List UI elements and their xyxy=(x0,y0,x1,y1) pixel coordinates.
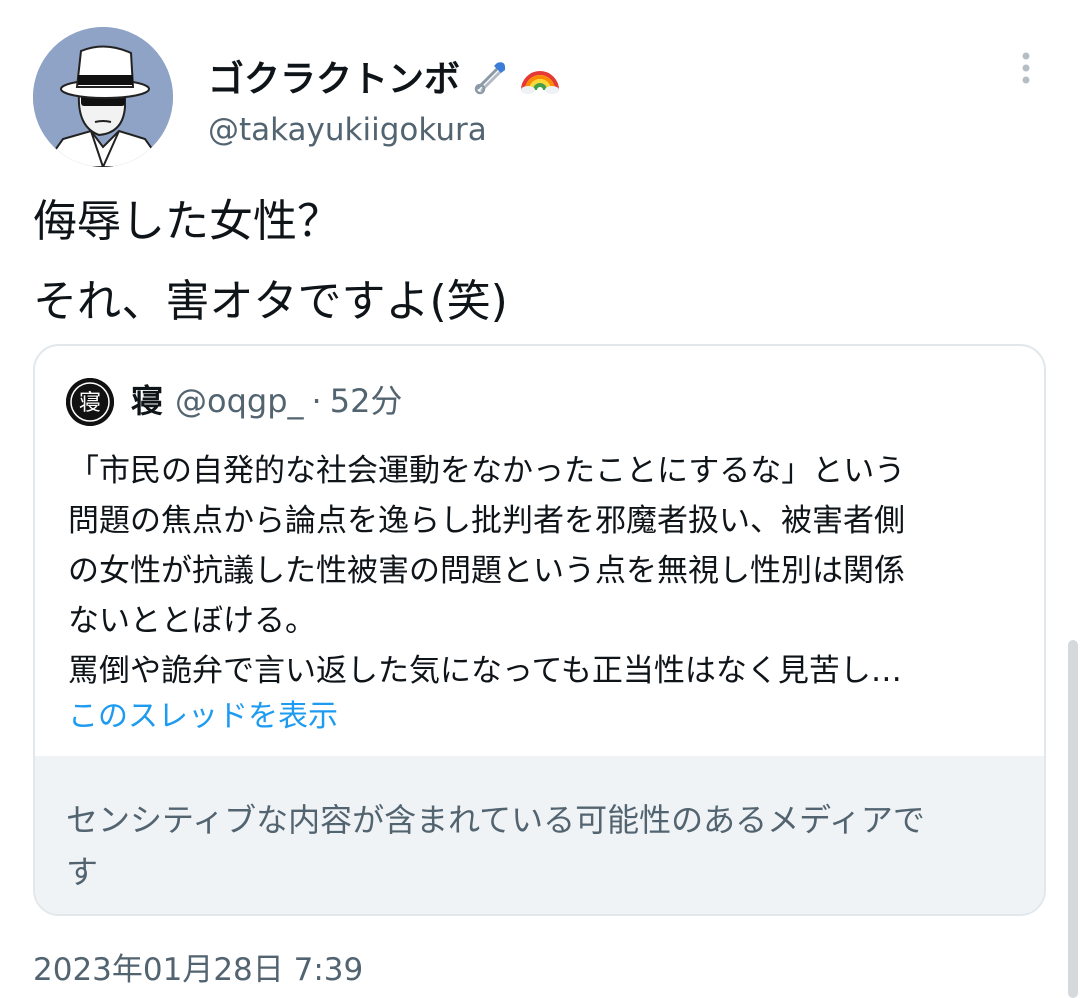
quoted-body-line: 「市民の自発的な社会運動をなかったことにするな」という xyxy=(68,453,906,489)
quoted-body-line: ないととぼける。 xyxy=(68,603,316,639)
rainbow-icon xyxy=(520,56,560,96)
sensitive-warning-line: す xyxy=(66,853,99,891)
tweet-text-line: それ、害オタですよ(笑) xyxy=(33,276,508,327)
show-thread-link[interactable]: このスレッドを表示 xyxy=(68,691,338,735)
quoted-avatar-glyph: 寝 xyxy=(79,391,101,416)
more-options-icon[interactable] xyxy=(1011,48,1041,88)
header-separator: · xyxy=(311,382,322,420)
safety-pin-icon xyxy=(470,56,510,96)
tweet-timestamp[interactable]: 2023年01月28日 7:39 xyxy=(33,944,363,989)
author-name-text: ゴクラクトンボ xyxy=(208,59,461,100)
quoted-tweet-card[interactable]: 寝 寝 @oqgp_ · 52分 「市民の自発的な社会運動をなかったことにするな」とい… xyxy=(33,344,1046,916)
quoted-author-name[interactable]: 寝 xyxy=(131,382,163,420)
tweet-detail-page: ゴクラクトンボ @takayukiigokura 侮辱した女性？ それ、害オタで… xyxy=(0,0,1080,998)
tweet-text-line: 侮辱した女性？ xyxy=(33,196,341,247)
author-handle[interactable]: @takayukiigokura xyxy=(208,112,487,148)
sensitive-warning-text: センシティブな内容が含まれている可能性のあるメディアで す xyxy=(66,794,925,898)
author-avatar[interactable] xyxy=(33,27,173,167)
quoted-body-line: 問題の焦点から論点を逸らし批判者を邪魔者扱い、被害者側 xyxy=(68,503,905,539)
quoted-body-line: 罵倒や詭弁で言い返した気になっても正当性はなく見苦し… xyxy=(68,653,902,689)
quoted-author-avatar[interactable]: 寝 xyxy=(66,378,114,426)
avatar-illustration xyxy=(33,27,173,167)
scrollbar-thumb[interactable] xyxy=(1068,640,1078,998)
quoted-tweet-body: 「市民の自発的な社会運動をなかったことにするな」という 問題の焦点から論点を逸ら… xyxy=(68,446,905,696)
author-display-name[interactable]: ゴクラクトンボ xyxy=(208,50,560,102)
quoted-body-line: の女性が抗議した性被害の問題という点を無視し性別は関係 xyxy=(68,553,905,589)
sensitive-warning-line: センシティブな内容が含まれている可能性のあるメディアで xyxy=(66,801,925,839)
quoted-author-handle[interactable]: @oqgp_ xyxy=(175,382,304,420)
tweet-text: 侮辱した女性？ それ、害オタですよ(笑) xyxy=(33,182,508,342)
sensitive-media-warning[interactable]: センシティブな内容が含まれている可能性のあるメディアで す xyxy=(35,756,1044,914)
quoted-tweet-time[interactable]: 52分 xyxy=(330,382,403,420)
quoted-tweet-header: 寝 @oqgp_ · 52分 xyxy=(131,380,402,422)
